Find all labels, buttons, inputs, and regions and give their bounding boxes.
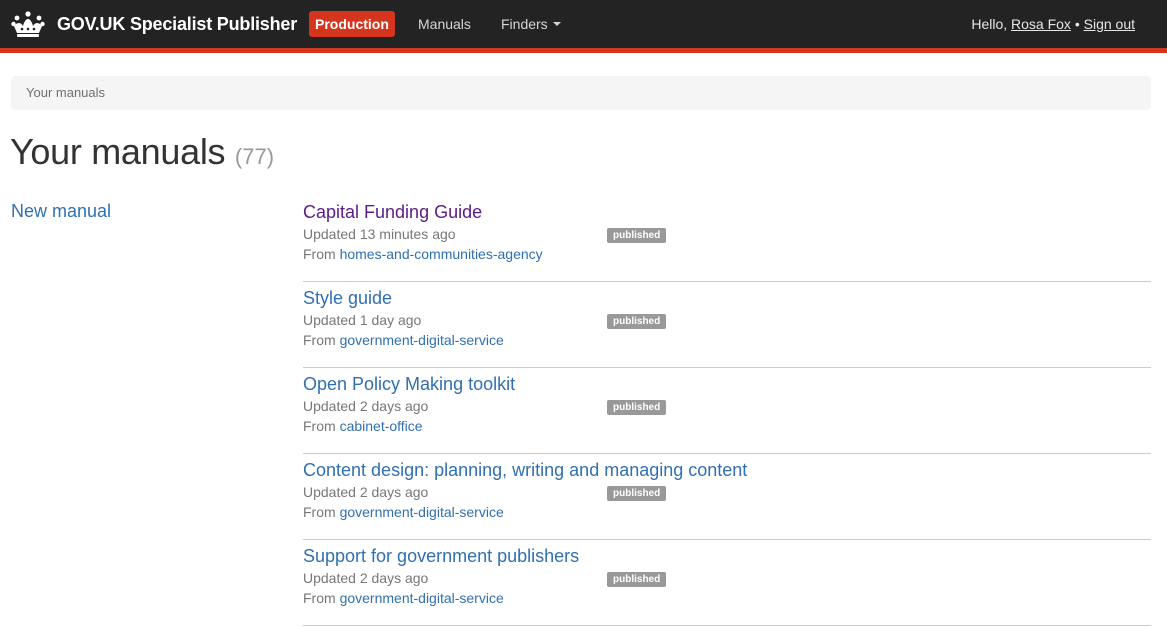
status-badge: published (607, 314, 667, 329)
environment-badge: Production (309, 11, 395, 37)
manual-count: (77) (234, 144, 275, 169)
manual-updated-text: Updated 2 days ago (303, 570, 429, 586)
organisation-link[interactable]: government-digital-service (340, 590, 504, 606)
nav-finders-dropdown[interactable]: Finders (501, 15, 561, 33)
manual-updated-text: Updated 2 days ago (303, 398, 429, 414)
organisation-link[interactable]: cabinet-office (340, 418, 423, 434)
caret-down-icon (552, 22, 561, 27)
from-label: From (303, 332, 336, 348)
manual-updated-text: Updated 2 days ago (303, 484, 429, 500)
manual-list: Capital Funding Guide Updated 13 minutes… (303, 196, 1151, 626)
status-badge: published (607, 400, 667, 415)
manual-from-text: From government-digital-service (303, 332, 504, 349)
manual-list-item: Support for government publishers Update… (303, 540, 1151, 626)
status-badge: published (607, 572, 667, 587)
brand-link[interactable]: GOV.UK Specialist Publisher (11, 9, 297, 39)
nav-manuals-link[interactable]: Manuals (418, 15, 471, 33)
manual-list-item: Capital Funding Guide Updated 13 minutes… (303, 196, 1151, 282)
from-label: From (303, 504, 336, 520)
breadcrumb: Your manuals (11, 76, 1151, 110)
from-label: From (303, 418, 336, 434)
organisation-link[interactable]: government-digital-service (340, 332, 504, 348)
user-name-link[interactable]: Rosa Fox (1011, 16, 1071, 32)
manual-title-link[interactable]: Style guide (303, 287, 392, 309)
breadcrumb-current: Your manuals (26, 85, 106, 100)
manual-title-link[interactable]: Content design: planning, writing and ma… (303, 459, 747, 481)
manual-title-link[interactable]: Open Policy Making toolkit (303, 373, 515, 395)
nav-finders-label: Finders (501, 16, 548, 32)
separator-dot: • (1074, 16, 1080, 32)
from-label: From (303, 246, 336, 262)
sign-out-link[interactable]: Sign out (1084, 16, 1135, 32)
manual-from-text: From homes-and-communities-agency (303, 246, 543, 263)
manual-updated-text: Updated 1 day ago (303, 312, 422, 328)
new-manual-link[interactable]: New manual (11, 201, 111, 222)
status-badge: published (607, 486, 667, 501)
manual-updated-text: Updated 13 minutes ago (303, 226, 456, 242)
user-menu: Hello, Rosa Fox • Sign out (971, 15, 1135, 33)
brand-title: GOV.UK Specialist Publisher (57, 13, 298, 34)
greeting-text: Hello, (971, 16, 1008, 32)
manual-from-text: From government-digital-service (303, 504, 504, 521)
organisation-link[interactable]: homes-and-communities-agency (340, 246, 543, 262)
manual-from-text: From government-digital-service (303, 590, 504, 607)
manual-list-item: Content design: planning, writing and ma… (303, 454, 1151, 540)
crown-logo-icon (11, 11, 45, 37)
manual-title-link[interactable]: Capital Funding Guide (303, 201, 482, 223)
status-badge: published (607, 228, 667, 243)
organisation-link[interactable]: government-digital-service (340, 504, 504, 520)
from-label: From (303, 590, 336, 606)
manual-title-link[interactable]: Support for government publishers (303, 545, 579, 567)
page-title-text: Your manuals (10, 131, 226, 172)
manual-list-item: Open Policy Making toolkit Updated 2 day… (303, 368, 1151, 454)
header-accent-line (0, 48, 1167, 53)
manual-list-item: Style guide Updated 1 day ago From gover… (303, 282, 1151, 368)
manual-from-text: From cabinet-office (303, 418, 423, 435)
page-title: Your manuals (77) (10, 130, 274, 179)
top-navbar: GOV.UK Specialist Publisher Production M… (0, 0, 1167, 48)
